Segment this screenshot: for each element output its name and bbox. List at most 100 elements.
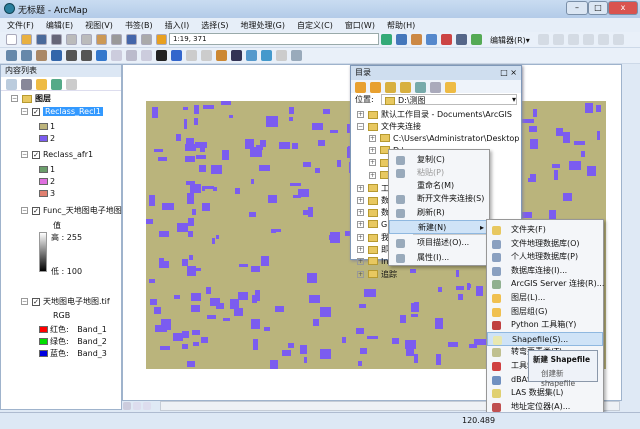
toolbar-button[interactable] (426, 34, 437, 45)
editor-tool-button[interactable] (597, 34, 609, 45)
catalog-tree-item[interactable]: − 文件夹连接 (357, 121, 421, 132)
context-menu-item[interactable]: 项目描述(O)... (389, 236, 489, 250)
tool-button[interactable] (171, 50, 182, 61)
menu-item[interactable]: 地理处理(G) (234, 18, 290, 31)
toolbar-button[interactable] (66, 34, 77, 45)
new-submenu-item[interactable]: 文件地理数据库(O) (487, 237, 603, 251)
context-menu-item[interactable]: 复制(C) (389, 153, 489, 167)
toolbar-button[interactable] (51, 34, 62, 45)
forward-icon[interactable] (370, 82, 381, 93)
options-icon[interactable] (66, 79, 77, 90)
new-submenu-item[interactable]: 个人地理数据库(P) (487, 250, 603, 264)
toolbar-button[interactable] (471, 34, 482, 45)
tool-button[interactable] (111, 50, 122, 61)
toolbar-button[interactable] (96, 34, 107, 45)
connect-folder-icon[interactable] (415, 82, 426, 93)
context-menu-item[interactable]: 属性(I)... (389, 251, 489, 265)
toolbar-button[interactable] (441, 34, 452, 45)
new-submenu-item[interactable]: 数据库连接(I)... (487, 264, 603, 278)
list-by-drawing-order-icon[interactable] (6, 79, 17, 90)
up-icon[interactable] (385, 82, 396, 93)
layer-item[interactable]: − ✓ Reclass_Recl1 (21, 107, 103, 116)
editor-tool-button[interactable] (567, 34, 579, 45)
menu-item[interactable]: 帮助(H) (380, 18, 420, 31)
context-menu-item[interactable]: 断开文件夹连接(S) (389, 192, 489, 206)
close-button[interactable]: x (608, 1, 638, 15)
menu-item[interactable]: 选择(S) (194, 18, 233, 31)
home-icon[interactable] (400, 82, 411, 93)
menu-item[interactable]: 自定义(C) (290, 18, 338, 31)
menu-item[interactable]: 窗口(W) (338, 18, 380, 31)
toolbar-button[interactable] (21, 34, 32, 45)
tool-button[interactable] (81, 50, 92, 61)
catalog-tree-item[interactable]: + 追踪 (357, 269, 397, 280)
layers-group[interactable]: − 图层 (11, 93, 51, 104)
layer-item[interactable]: − ✓ 天地图电子地图.tif (21, 296, 110, 307)
editor-menu-button[interactable]: 编辑器(R)▾ (490, 35, 530, 46)
tool-button[interactable] (201, 50, 212, 61)
tool-button[interactable] (231, 50, 242, 61)
menu-item[interactable]: 书签(B) (118, 18, 158, 31)
new-submenu-item[interactable]: ArcGIS Server 连接(R)... (487, 277, 604, 291)
new-submenu-item[interactable]: 文件夹(F) (487, 223, 603, 237)
layout-view-button[interactable] (133, 402, 141, 410)
toolbar-button[interactable] (126, 34, 137, 45)
layer-item[interactable]: − ✓ Func_天地图电子地图.tif (21, 205, 132, 216)
refresh-view-button[interactable] (143, 402, 151, 410)
tool-button[interactable] (126, 50, 137, 61)
tool-button[interactable] (156, 50, 167, 61)
tool-button[interactable] (291, 50, 302, 61)
new-submenu-item[interactable]: Shapefile(S)... (487, 331, 603, 346)
new-submenu-item[interactable]: LAS 数据集(L) (487, 386, 603, 400)
context-menu-item[interactable]: 新建(N) ▸ (389, 220, 489, 234)
location-input[interactable]: D:\测图 ▾ (381, 94, 517, 105)
toolbar-button[interactable] (396, 34, 407, 45)
editor-tool-button[interactable] (552, 34, 564, 45)
tool-button[interactable] (276, 50, 287, 61)
toolbar-button[interactable] (411, 34, 422, 45)
toolbar-button[interactable] (81, 34, 92, 45)
map-scale-input[interactable]: 1:19, 371 (169, 33, 379, 45)
context-menu-item[interactable]: 粘贴(P) (389, 166, 489, 180)
views-icon[interactable] (430, 82, 441, 93)
tool-button[interactable] (186, 50, 197, 61)
list-by-source-icon[interactable] (21, 79, 32, 90)
tool-button[interactable] (246, 50, 257, 61)
tool-button[interactable] (66, 50, 77, 61)
layer-visibility-checkbox[interactable]: ✓ (32, 297, 40, 306)
tool-button[interactable] (6, 50, 17, 61)
toolbar-button[interactable] (111, 34, 122, 45)
editor-tool-button[interactable] (582, 34, 594, 45)
editor-tool-button[interactable] (612, 34, 624, 45)
toolbar-button[interactable] (6, 34, 17, 45)
toolbar-button[interactable] (381, 34, 392, 45)
maximize-button[interactable]: □ (588, 1, 608, 15)
context-menu-item[interactable]: 刷新(R) (389, 206, 489, 220)
toolbar-button[interactable] (456, 34, 467, 45)
catalog-tree-item[interactable]: + 默认工作目录 - Documents\ArcGIS (357, 109, 512, 120)
editor-tool-button[interactable] (537, 34, 549, 45)
new-submenu-item[interactable]: Python 工具箱(Y) (487, 318, 603, 332)
tool-button[interactable] (51, 50, 62, 61)
tool-button[interactable] (21, 50, 32, 61)
tool-button[interactable] (36, 50, 47, 61)
menu-item[interactable]: 文件(F) (0, 18, 39, 31)
catalog-tree-item[interactable]: + C:\Users\Administrator\Desktop (369, 134, 519, 143)
list-by-visibility-icon[interactable] (36, 79, 47, 90)
tool-button[interactable] (96, 50, 107, 61)
toolbar-button[interactable] (141, 34, 152, 45)
data-view-button[interactable] (123, 402, 131, 410)
new-submenu-item[interactable]: 图层组(G) (487, 305, 603, 319)
toolbar-button[interactable] (36, 34, 47, 45)
menu-item[interactable]: 视图(V) (78, 18, 118, 31)
context-menu-item[interactable]: 重命名(M) (389, 179, 489, 193)
tool-button[interactable] (141, 50, 152, 61)
list-by-selection-icon[interactable] (51, 79, 62, 90)
toolbar-button[interactable] (156, 34, 167, 45)
menu-item[interactable]: 插入(I) (158, 18, 195, 31)
layer-visibility-checkbox[interactable]: ✓ (32, 206, 40, 215)
catalog-close-icon[interactable]: □ × (500, 66, 517, 80)
tool-button[interactable] (261, 50, 272, 61)
layer-item[interactable]: − ✓ Reclass_afr1 (21, 150, 93, 159)
layer-visibility-checkbox[interactable]: ✓ (32, 150, 40, 159)
